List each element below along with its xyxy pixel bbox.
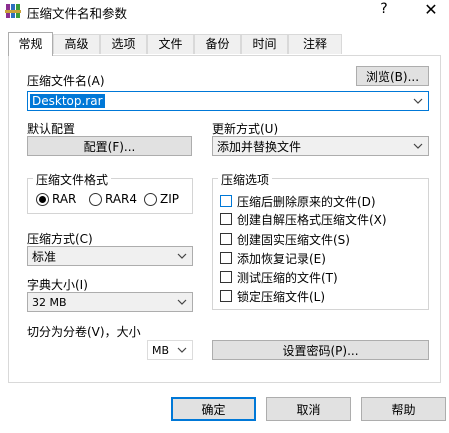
format-rar-radio[interactable] <box>36 193 49 206</box>
window-title: 压缩文件名和参数 <box>27 6 128 21</box>
tab-comment[interactable]: 注释 <box>288 34 342 54</box>
compression-method-label: 压缩方式(C) <box>27 232 93 246</box>
help-button[interactable]: 帮助 <box>361 397 446 421</box>
split-unit-select[interactable]: MB <box>147 340 193 360</box>
format-rar4-label: RAR4 <box>105 192 138 206</box>
winrar-icon <box>5 3 21 19</box>
solid-archive-checkbox[interactable] <box>220 233 232 245</box>
chevron-down-icon <box>177 253 187 259</box>
tab-label: 时间 <box>252 37 277 51</box>
format-zip-label: ZIP <box>160 192 179 206</box>
tab-files[interactable]: 文件 <box>147 34 194 54</box>
solid-archive-label: 创建固实压缩文件(S) <box>237 233 350 247</box>
tab-label: 注释 <box>302 37 327 51</box>
delete-files-checkbox[interactable] <box>220 195 232 207</box>
recovery-record-label: 添加恢复记录(E) <box>237 252 326 266</box>
chevron-down-icon <box>413 143 423 149</box>
lock-archive-label: 锁定压缩文件(L) <box>237 290 326 304</box>
create-sfx-checkbox[interactable] <box>220 213 232 225</box>
delete-files-label: 压缩后删除原来的文件(D) <box>237 195 376 209</box>
tab-time[interactable]: 时间 <box>241 34 288 54</box>
create-sfx-label: 创建自解压格式压缩文件(X) <box>237 213 387 227</box>
browse-button[interactable]: 浏览(B)... <box>356 66 429 86</box>
dictionary-size-value: 32 MB <box>32 295 67 309</box>
title-bar: 压缩文件名和参数 ? ✕ <box>0 0 449 22</box>
update-mode-label: 更新方式(U) <box>212 122 279 136</box>
tab-label: 高级 <box>64 37 89 51</box>
chevron-down-icon <box>177 347 187 353</box>
format-zip-radio[interactable] <box>144 193 157 206</box>
split-unit-value: MB <box>152 343 170 357</box>
archive-name-combobox[interactable]: Desktop.rar <box>27 91 429 111</box>
tab-label: 选项 <box>111 37 136 51</box>
chevron-down-icon <box>413 98 423 104</box>
update-mode-select[interactable]: 添加并替换文件 <box>212 136 429 156</box>
close-button[interactable]: ✕ <box>420 0 442 20</box>
compression-method-value: 标准 <box>32 249 57 264</box>
split-volumes-label: 切分为分卷(V)，大小 <box>27 325 141 339</box>
set-password-button[interactable]: 设置密码(P)... <box>212 340 429 360</box>
dictionary-size-label: 字典大小(I) <box>27 278 88 292</box>
test-files-checkbox[interactable] <box>220 271 232 283</box>
cancel-button[interactable]: 取消 <box>266 397 351 421</box>
tab-general[interactable]: 常规 <box>8 32 53 56</box>
tab-options[interactable]: 选项 <box>100 34 147 54</box>
archive-format-title: 压缩文件格式 <box>33 171 112 188</box>
help-title-button[interactable]: ? <box>373 1 395 21</box>
tab-backup[interactable]: 备份 <box>194 34 241 54</box>
chevron-down-icon <box>177 299 187 305</box>
dictionary-size-select[interactable]: 32 MB <box>27 292 193 312</box>
recovery-record-checkbox[interactable] <box>220 252 232 264</box>
archiving-options-title: 压缩选项 <box>218 171 273 188</box>
tab-label: 文件 <box>158 37 183 51</box>
format-rar4-radio[interactable] <box>89 193 102 206</box>
compression-method-select[interactable]: 标准 <box>27 246 193 266</box>
default-profile-label: 默认配置 <box>27 122 76 136</box>
update-mode-value: 添加并替换文件 <box>217 139 302 154</box>
lock-archive-checkbox[interactable] <box>220 290 232 302</box>
tab-label: 备份 <box>205 37 230 51</box>
tab-label: 常规 <box>18 37 43 51</box>
split-size-input[interactable] <box>27 340 142 360</box>
format-rar-label: RAR <box>52 192 77 206</box>
tab-advanced[interactable]: 高级 <box>53 34 100 54</box>
ok-button[interactable]: 确定 <box>171 397 256 421</box>
test-files-label: 测试压缩的文件(T) <box>237 271 338 285</box>
archive-name-input[interactable]: Desktop.rar <box>30 94 105 108</box>
archive-name-label: 压缩文件名(A) <box>27 74 105 88</box>
profiles-button[interactable]: 配置(F)... <box>27 136 192 156</box>
